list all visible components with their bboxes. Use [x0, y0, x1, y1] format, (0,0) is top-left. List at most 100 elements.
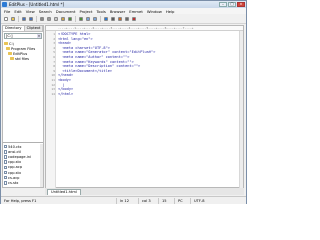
save-all-button[interactable] — [28, 16, 34, 22]
tab-cliptext[interactable]: Cliptext — [25, 26, 44, 31]
file-item-label: cs.acp — [8, 175, 20, 180]
word-wrap-icon — [111, 16, 115, 21]
print-button[interactable] — [39, 16, 45, 22]
menu-tools[interactable]: Tools — [96, 9, 105, 14]
new-file-button[interactable] — [3, 16, 9, 22]
redo-button[interactable] — [78, 16, 84, 22]
code-area[interactable]: <!DOCTYPE html> <html lang="en"> <head> <m… — [58, 32, 240, 96]
drive-select[interactable]: [C:] ▾ — [4, 33, 42, 39]
column-ruler: ----+----1----+----2----+----3----+----4… — [46, 26, 243, 31]
file-icon — [4, 175, 7, 180]
spellcheck-button[interactable] — [131, 16, 137, 22]
folder-icon — [4, 42, 8, 45]
paste-icon — [61, 16, 65, 21]
file-list: 540.ctx ansi.ctl codepage.ini cpp.stx cp… — [4, 144, 42, 186]
line-number: 7 — [53, 59, 55, 64]
file-icon — [4, 181, 7, 185]
file-item-label: cpp.stx — [8, 170, 22, 175]
editor-scrollbar[interactable] — [239, 31, 243, 188]
file-icon — [4, 160, 7, 164]
sidebar-splitter[interactable] — [3, 142, 43, 143]
title-bar[interactable]: EditPlus - [Untitled1.html *] – □ × — [1, 1, 246, 8]
line-number: 4 — [53, 45, 55, 50]
word-wrap-button[interactable] — [110, 16, 116, 22]
line-number-icon — [125, 16, 129, 21]
browser-button[interactable] — [103, 16, 109, 22]
line-number: 3 — [53, 41, 55, 46]
status-total-lines: 15 — [159, 197, 175, 204]
directory-tree: C:\ Program Files EditPlus std files — [4, 41, 42, 141]
file-item-label: ansi.ctl — [8, 149, 21, 154]
status-help: For Help, press F1 — [1, 197, 117, 204]
tab-directory[interactable]: Directory — [3, 26, 25, 31]
open-folder-icon — [11, 16, 15, 21]
status-bar: For Help, press F1 ln 12 col 3 15 PC UTF… — [1, 196, 246, 204]
print-icon — [40, 16, 44, 21]
find-button[interactable] — [85, 16, 91, 22]
toolbar — [1, 14, 246, 24]
maximize-button[interactable]: □ — [228, 2, 236, 7]
status-file-format: PC — [175, 197, 191, 204]
copy-button[interactable] — [53, 16, 59, 22]
toolbar-separator — [36, 15, 37, 22]
toolbar-separator — [100, 15, 101, 22]
menu-emmet[interactable]: Emmet — [129, 9, 143, 14]
file-icon — [4, 144, 7, 149]
file-item-label: cs.stx — [8, 180, 19, 185]
ruler-icon — [118, 16, 122, 21]
file-item-label: cpp.stx — [8, 160, 22, 165]
folder-icon — [6, 47, 10, 50]
window-controls: – □ × — [219, 2, 245, 7]
paste-button[interactable] — [60, 16, 66, 22]
file-item-label: cpp.acp — [8, 165, 23, 170]
menu-search[interactable]: Search — [39, 9, 52, 14]
menu-project[interactable]: Project — [79, 9, 92, 14]
editor-pane[interactable]: ----+----1----+----2----+----3----+----4… — [45, 25, 244, 188]
file-item-label: codepage.ini — [8, 154, 32, 159]
menu-window[interactable]: Window — [147, 9, 162, 14]
line-number: 11 — [51, 78, 55, 82]
close-button[interactable]: × — [237, 2, 245, 7]
open-folder-button[interactable] — [10, 16, 16, 22]
line-number: 14 — [51, 91, 55, 96]
minimize-button[interactable]: – — [219, 2, 227, 7]
replace-button[interactable] — [92, 16, 98, 22]
code-line: </html> — [58, 91, 74, 96]
ruler-button[interactable] — [117, 16, 123, 22]
undo-button[interactable] — [67, 16, 73, 22]
tree-item-label: Program Files — [11, 46, 36, 51]
menu-help[interactable]: Help — [166, 9, 175, 14]
menu-edit[interactable]: Edit — [14, 9, 21, 14]
save-icon — [22, 16, 26, 21]
menu-file[interactable]: File — [4, 9, 10, 14]
save-all-icon — [29, 16, 33, 21]
file-icon — [4, 150, 7, 154]
browser-icon — [104, 16, 108, 21]
tree-item-std-files[interactable]: std files — [4, 56, 42, 61]
tree-item-label: std files — [15, 56, 30, 61]
toolbar-separator — [75, 15, 76, 22]
file-list-scrollbar[interactable] — [40, 144, 43, 187]
file-icon — [4, 155, 7, 159]
redo-icon — [79, 16, 83, 21]
chevron-down-icon: ▾ — [37, 34, 41, 38]
status-column: col 3 — [139, 197, 159, 204]
save-button[interactable] — [21, 16, 27, 22]
line-number: 2 — [53, 36, 55, 41]
replace-icon — [93, 16, 97, 21]
tab-untitled1[interactable]: Untitled1.html — [47, 189, 81, 195]
spellcheck-icon — [132, 16, 136, 21]
file-item[interactable]: cs.stx — [4, 180, 42, 185]
line-number-gutter: 1 2 3 4 5 6 7 8 9 10 11 12 13 14 — [46, 31, 56, 188]
status-encoding: UTF-8 — [194, 198, 205, 203]
menu-document[interactable]: Document — [56, 9, 76, 14]
line-number-button[interactable] — [124, 16, 130, 22]
cut-icon — [47, 16, 51, 21]
editplus-app-icon — [2, 2, 7, 7]
line-number: 10 — [51, 73, 55, 78]
line-number: 1 — [53, 32, 55, 36]
menu-view[interactable]: View — [26, 9, 35, 14]
cut-button[interactable] — [46, 16, 52, 22]
menu-browser[interactable]: Browser — [110, 9, 125, 14]
tree-item-label: C:\ — [9, 41, 14, 46]
